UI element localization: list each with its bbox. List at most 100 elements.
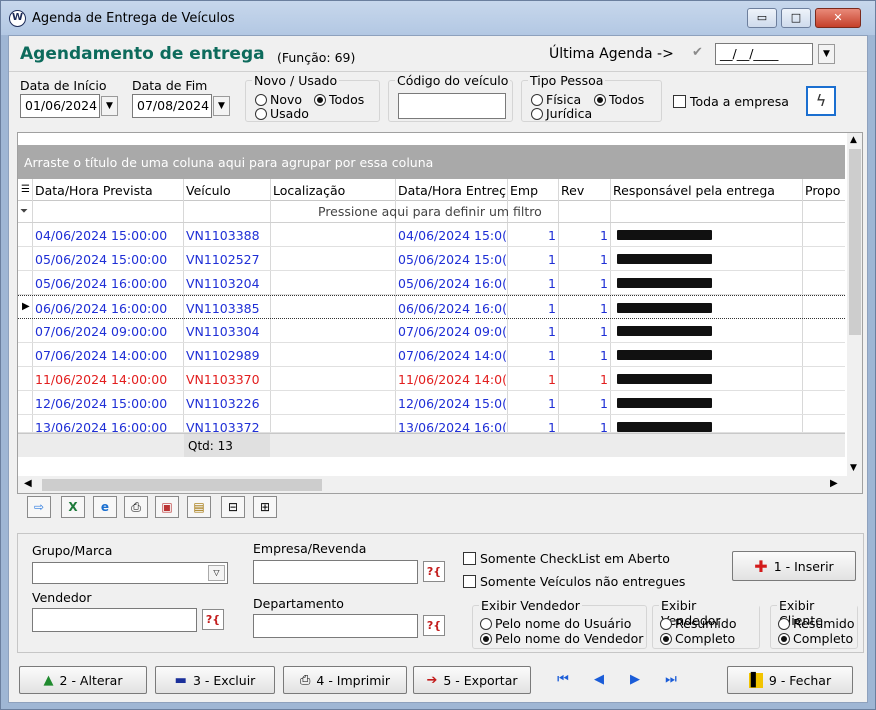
inserir-button[interactable]: ✚2 - Alterar1 - Inserir [732,551,856,581]
toolbar-browser-icon[interactable]: e [93,496,117,518]
departamento-search-icon[interactable]: ?{ [423,615,445,636]
close-button[interactable]: ✕ [815,8,861,28]
radio-todos-tipo-pessoa[interactable]: Todos [594,92,644,107]
radio-juridica[interactable]: Jurídica [531,106,592,121]
data-fim-label: Data de Fim [132,78,208,93]
redacted-name [617,326,712,336]
radio-todos-novo-usado[interactable]: Todos [314,92,364,107]
app-logo-icon: W [9,10,26,27]
triangle-up-icon: ▲ [43,672,54,688]
radio-cliente-resumido[interactable]: Resumido [778,616,854,631]
table-row-selected[interactable]: ▶ 06/06/2024 16:00:00 VN1103385 06/06/2024… [18,295,845,319]
radio-fisica[interactable]: Física [531,92,581,107]
radio-vendedor-completo[interactable]: Completo [660,631,735,646]
vertical-scroll-thumb[interactable] [849,149,861,335]
somente-nao-entregues-checkbox[interactable]: Somente Veículos não entregues [463,574,685,589]
table-row[interactable]: 07/06/2024 14:00:00 VN1102989 07/06/2024 1… [18,343,845,367]
excluir-button[interactable]: ▬ 3 - Excluir [155,666,275,694]
col-rev[interactable]: Rev [561,183,584,198]
radio-nome-vendedor[interactable]: Pelo nome do Vendedor [480,631,643,646]
radio-usado[interactable]: Usado [255,106,309,121]
col-responsavel[interactable]: Responsável pela entrega [613,183,775,198]
refresh-lightning-button[interactable]: ϟ [806,86,836,116]
departamento-label: Departamento [253,596,344,611]
toda-empresa-checkbox[interactable]: Toda a empresa [673,94,789,109]
data-fim-dropdown[interactable]: ▼ [213,96,230,116]
previous-record-icon[interactable]: ◀ [585,666,613,694]
divider [9,71,867,72]
radio-cliente-completo[interactable]: Completo [778,631,853,646]
horizontal-scroll-thumb[interactable] [42,479,322,491]
data-inicio-dropdown[interactable]: ▼ [101,96,118,116]
scroll-left-icon[interactable]: ◀ [24,478,32,489]
chevron-down-icon: ▼ [823,49,830,59]
col-data-prevista[interactable]: Data/Hora Prevista [35,183,153,198]
fechar-button[interactable]: ▌ 9 - Fechar [727,666,853,694]
scroll-down-icon[interactable]: ▼ [850,463,857,473]
exportar-button[interactable]: ➔ 5 - Exportar [413,666,531,694]
toolbar-print-icon[interactable]: ⎙ [124,496,148,518]
col-proposta[interactable]: Propo [805,183,845,198]
vendedor-label: Vendedor [32,590,92,605]
imprimir-button[interactable]: ⎙ 4 - Imprimir [283,666,407,694]
radio-novo[interactable]: Novo [255,92,302,107]
grupo-marca-select[interactable] [32,562,228,584]
minimize-button[interactable]: ▭ [747,8,777,28]
grid-header: ☰ Data/Hora Prevista Veículo Localização… [18,179,845,201]
data-inicio-input[interactable]: 01/06/2024 [20,94,100,118]
col-veiculo[interactable]: Veículo [186,183,231,198]
data-fim-input[interactable]: 07/08/2024 [132,94,212,118]
alterar-button[interactable]: ▲ 2 - Alterar [19,666,147,694]
ultima-agenda-date[interactable]: __/__/____ [715,43,813,65]
toolbar-document-icon[interactable]: ▤ [187,496,211,518]
table-row[interactable]: 05/06/2024 15:00:00 VN1102527 05/06/2024 1… [18,247,845,271]
empresa-revenda-input[interactable] [253,560,418,584]
departamento-input[interactable] [253,614,418,638]
group-by-area[interactable]: Arraste o título de uma coluna aqui para… [18,145,845,179]
next-record-icon[interactable]: ▶ [621,666,649,694]
check-icon: ✔ [692,45,703,60]
col-emp[interactable]: Emp [510,183,538,198]
vendedor-search-icon[interactable]: ?{ [202,609,224,630]
chevron-down-icon[interactable]: ▽ [208,565,225,581]
radio-vendedor-resumido[interactable]: Resumido [660,616,736,631]
codigo-veiculo-label: Código do veículo [395,73,511,88]
delivery-grid[interactable]: Arraste o título de uma coluna aqui para… [17,132,863,494]
vendedor-input[interactable] [32,608,197,632]
table-row[interactable]: 12/06/2024 15:00:00 VN1103226 12/06/2024 1… [18,391,845,415]
toolbar-tree-icon[interactable]: ⊞ [253,496,277,518]
col-localizacao[interactable]: Localização [273,183,345,198]
maximize-button[interactable]: □ [781,8,811,28]
redacted-name [617,303,712,313]
toolbar-export-screen-icon[interactable]: ⇨ [27,496,51,518]
somente-checklist-checkbox[interactable]: Somente CheckList em Aberto [463,551,670,566]
scroll-right-icon[interactable]: ▶ [830,478,838,489]
toolbar-print-preview-icon[interactable]: ▣ [155,496,179,518]
last-record-icon[interactable]: ⏭ [657,666,685,694]
ultima-agenda-label: Última Agenda -> [549,46,674,62]
table-row[interactable]: 05/06/2024 16:00:00 VN1103204 05/06/2024 1… [18,271,845,295]
record-count: Qtd: 13 [184,434,270,457]
table-row[interactable]: 13/06/2024 16:00:00 VN1103372 13/06/2024 1… [18,415,845,433]
col-data-entrega[interactable]: Data/Hora Entreç [398,183,508,198]
redacted-name [617,374,712,384]
column-chooser-icon[interactable]: ☰ [21,184,30,195]
table-row[interactable]: 07/06/2024 09:00:00 VN1103304 07/06/2024 0… [18,319,845,343]
client-area: Agendamento de entrega (Função: 69) Últi… [8,35,868,703]
title-bar[interactable]: W Agenda de Entrega de Veículos ▭ □ ✕ [1,1,875,35]
filter-row[interactable]: ⏷ Pressione aqui para definir um filtro [18,201,845,223]
novo-usado-label: Novo / Usado [252,73,340,88]
table-row[interactable]: 04/06/2024 15:00:00 VN1103388 04/06/2024 1… [18,223,845,247]
ultima-agenda-dropdown[interactable]: ▼ [818,44,835,64]
toolbar-collapse-icon[interactable]: ⊟ [221,496,245,518]
first-record-icon[interactable]: ⏮ [549,666,577,694]
scroll-up-icon[interactable]: ▲ [850,135,857,145]
empresa-search-icon[interactable]: ?{ [423,561,445,582]
toolbar-excel-icon[interactable]: X [61,496,85,518]
redacted-name [617,422,712,432]
radio-nome-usuario[interactable]: Pelo nome do Usuário [480,616,631,631]
function-code: (Função: 69) [277,50,356,65]
row-indicator-icon: ▶ [22,301,30,312]
table-row[interactable]: 11/06/2024 14:00:00 VN1103370 11/06/2024 1… [18,367,845,391]
codigo-veiculo-input[interactable] [398,93,506,119]
